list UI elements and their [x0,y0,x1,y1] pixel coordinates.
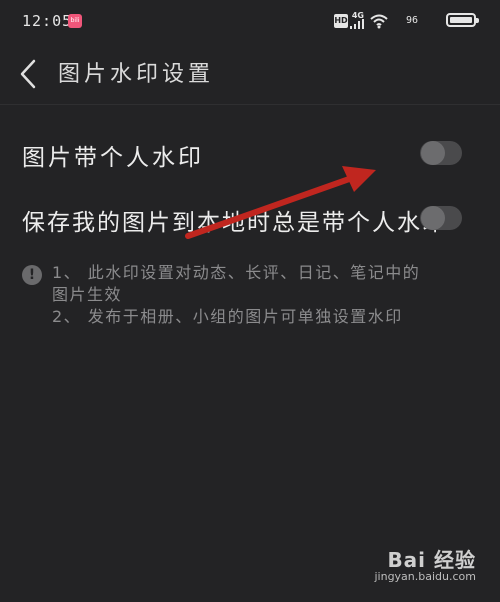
setting-row-save-local-watermark[interactable]: 保存我的图片到本地时总是带个人水印 [0,192,500,244]
page-title: 图片水印设置 [58,62,215,87]
setting-row-personal-watermark[interactable]: 图片带个人水印 [0,126,500,178]
chevron-left-icon [20,59,36,89]
wifi-icon [370,14,388,29]
app-badge-icon: bili [68,14,82,28]
battery-percent: 96 [405,15,418,26]
status-bar: 12:05 bili HD 4G 96 [0,0,500,44]
watermark-toggle[interactable] [420,141,462,165]
battery-icon [446,13,479,27]
title-bar: 图片水印设置 [0,46,500,105]
exclamation-icon: ! [22,265,42,285]
status-indicators: HD 4G 96 [316,11,479,32]
watermark-url: jingyan.baidu.com [374,570,476,583]
toggle-knob [421,141,445,165]
setting-label: 保存我的图片到本地时总是带个人水印 [22,210,447,236]
info-line: 1、 此水印设置对动态、长评、日记、笔记中的 [52,263,421,282]
back-button[interactable] [12,54,44,94]
save-watermark-toggle[interactable] [420,206,462,230]
info-line: 图片生效 [52,285,123,304]
toggle-knob [421,206,445,230]
watermark-brand: Bai 经验 [387,548,476,572]
status-time: 12:05 [22,12,73,30]
info-line: 2、 发布于相册、小组的图片可单独设置水印 [52,307,403,326]
hd-badge: HD [334,14,348,28]
baidu-jingyan-watermark: Bai 经验 jingyan.baidu.com [356,544,476,586]
signal-icon [350,19,364,29]
setting-label: 图片带个人水印 [22,145,204,171]
info-text: 1、 此水印设置对动态、长评、日记、笔记中的 图片生效 2、 发布于相册、小组的… [52,262,482,328]
